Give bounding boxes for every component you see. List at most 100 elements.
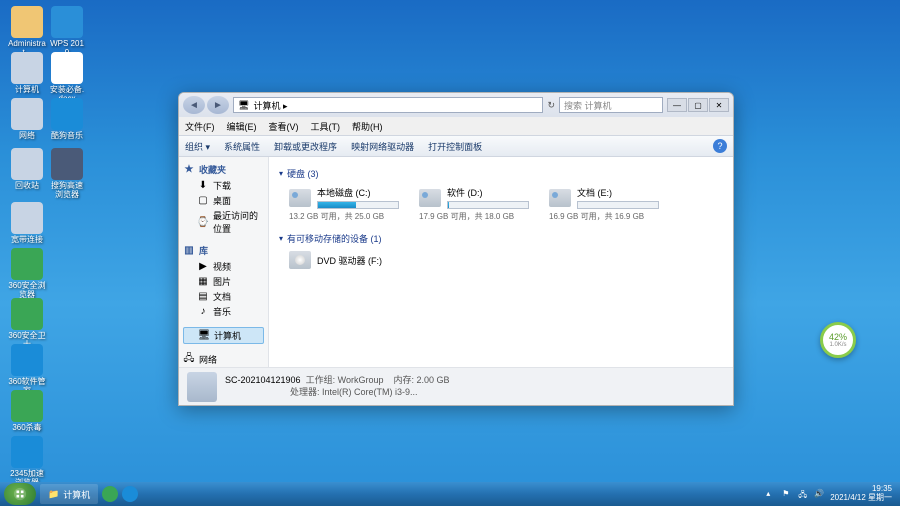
hdd-icon bbox=[289, 189, 311, 207]
desktop-icon[interactable]: 2345加速浏览器 bbox=[8, 436, 46, 488]
app-icon bbox=[11, 344, 43, 376]
nav-pane: ★收藏夹 ⬇下载▢桌面⌚最近访问的位置 ▥库 ▶视频▦图片▤文档♪音乐 🖥计算机… bbox=[179, 157, 269, 367]
taskbar-item-explorer[interactable]: 📁 计算机 bbox=[40, 484, 98, 504]
sidebar-item[interactable]: ⬇下载 bbox=[183, 178, 264, 193]
sidebar-favorites-header[interactable]: ★收藏夹 bbox=[183, 163, 264, 176]
command-bar: 组织 ▾ 系统属性 卸载或更改程序 映射网络驱动器 打开控制面板? bbox=[179, 135, 733, 157]
hdd-icon bbox=[419, 189, 441, 207]
library-icon: ▥ bbox=[183, 245, 195, 257]
computer-icon: 🖥 bbox=[238, 100, 249, 111]
menu-item[interactable]: 查看(V) bbox=[269, 120, 299, 133]
desktop-icon[interactable]: 回收站 bbox=[8, 148, 46, 191]
maximize-button[interactable]: ▢ bbox=[688, 98, 708, 112]
desktop-icon[interactable]: Administrat... bbox=[8, 6, 46, 58]
sidebar-computer[interactable]: 🖥计算机 bbox=[183, 327, 264, 344]
drive-item[interactable]: 文档 (E:)16.9 GB 可用，共 16.9 GB bbox=[549, 186, 659, 222]
window-titlebar[interactable]: ◄ ► 🖥 计算机 ▸ ↻ 搜索 计算机 — ▢ ✕ bbox=[179, 93, 733, 117]
desktop-icon[interactable]: 网络 bbox=[8, 98, 46, 141]
desktop-icon[interactable]: 宽带连接 bbox=[8, 202, 46, 245]
help-button[interactable]: ? bbox=[713, 139, 727, 153]
desktop-icon[interactable]: 360安全卫士 bbox=[8, 298, 46, 350]
details-pane: SC-202104121906 工作组: WorkGroup 内存: 2.00 … bbox=[179, 367, 733, 405]
refresh-icon[interactable]: ↻ bbox=[547, 100, 555, 111]
desktop-icon[interactable]: 360杀毒 bbox=[8, 390, 46, 433]
toolbar-button[interactable]: 组织 ▾ bbox=[185, 140, 210, 153]
tray-network-icon[interactable]: 🖧 bbox=[798, 489, 808, 499]
nav-back-button[interactable]: ◄ bbox=[183, 96, 205, 114]
app-icon bbox=[51, 148, 83, 180]
desktop-icon[interactable]: 360安全浏览器 bbox=[8, 248, 46, 300]
minimize-button[interactable]: — bbox=[667, 98, 687, 112]
dvd-drive[interactable]: DVD 驱动器 (F:) bbox=[279, 251, 723, 269]
desktop-icon[interactable]: 酷狗音乐 bbox=[48, 98, 86, 141]
app-icon bbox=[11, 298, 43, 330]
drive-item[interactable]: 软件 (D:)17.9 GB 可用，共 18.0 GB bbox=[419, 186, 529, 222]
desktop-icon[interactable]: WPS 2019 bbox=[48, 6, 86, 58]
nav-icon: ▤ bbox=[197, 291, 209, 303]
start-button[interactable] bbox=[4, 483, 36, 505]
menu-item[interactable]: 帮助(H) bbox=[352, 120, 383, 133]
toolbar-button[interactable]: 映射网络驱动器 bbox=[351, 140, 414, 153]
content-pane: 硬盘 (3) 本地磁盘 (C:)13.2 GB 可用，共 25.0 GB 软件 (… bbox=[269, 157, 733, 367]
sidebar-libraries-header[interactable]: ▥库 bbox=[183, 244, 264, 257]
app-icon bbox=[11, 98, 43, 130]
taskbar-pinned-360[interactable] bbox=[102, 486, 118, 502]
folder-icon: 📁 bbox=[48, 489, 59, 500]
app-icon bbox=[51, 98, 83, 130]
app-icon bbox=[11, 436, 43, 468]
app-icon bbox=[11, 148, 43, 180]
sidebar-item[interactable]: ▤文档 bbox=[183, 289, 264, 304]
sidebar-item[interactable]: ▶视频 bbox=[183, 259, 264, 274]
computer-name: SC-202104121906 bbox=[225, 375, 301, 385]
desktop-icon[interactable]: 搜狗高速浏览器 bbox=[48, 148, 86, 200]
drive-item[interactable]: 本地磁盘 (C:)13.2 GB 可用，共 25.0 GB bbox=[289, 186, 399, 222]
tray-flag-icon[interactable]: ⚑ bbox=[782, 489, 792, 499]
computer-large-icon bbox=[187, 372, 217, 402]
menu-bar: 文件(F) 编辑(E) 查看(V) 工具(T) 帮助(H) bbox=[179, 117, 733, 135]
taskbar-clock[interactable]: 19:35 2021/4/12 星期一 bbox=[830, 485, 896, 503]
menu-item[interactable]: 编辑(E) bbox=[227, 120, 257, 133]
taskbar: 📁 计算机 ▴ ⚑ 🖧 🔊 19:35 2021/4/12 星期一 bbox=[0, 482, 900, 506]
nav-icon: ⬇ bbox=[197, 180, 209, 192]
sidebar-network[interactable]: 🖧网络 bbox=[183, 352, 264, 367]
sidebar-item[interactable]: ▦图片 bbox=[183, 274, 264, 289]
menu-item[interactable]: 文件(F) bbox=[185, 120, 215, 133]
desktop-icon[interactable]: 计算机 bbox=[8, 52, 46, 95]
nav-icon: ⌚ bbox=[197, 216, 209, 228]
nav-icon: ▶ bbox=[197, 261, 209, 273]
app-icon bbox=[51, 6, 83, 38]
app-icon bbox=[51, 52, 83, 84]
tray-up-icon[interactable]: ▴ bbox=[766, 489, 776, 499]
toolbar-button[interactable]: 卸载或更改程序 bbox=[274, 140, 337, 153]
star-icon: ★ bbox=[183, 164, 195, 176]
explorer-window: ◄ ► 🖥 计算机 ▸ ↻ 搜索 计算机 — ▢ ✕ 文件(F) 编辑(E) 查看(… bbox=[178, 92, 734, 406]
network-speed-gadget[interactable]: 42% 1.0K/s bbox=[820, 322, 856, 358]
hdd-icon bbox=[549, 189, 571, 207]
taskbar-pinned-kugou[interactable] bbox=[122, 486, 138, 502]
toolbar-button[interactable]: 打开控制面板 bbox=[428, 140, 482, 153]
nav-icon: ♪ bbox=[197, 306, 209, 318]
breadcrumb[interactable]: 计算机 ▸ bbox=[253, 99, 287, 112]
menu-item[interactable]: 工具(T) bbox=[311, 120, 341, 133]
tray-volume-icon[interactable]: 🔊 bbox=[814, 489, 824, 499]
system-tray: ▴ ⚑ 🖧 🔊 19:35 2021/4/12 星期一 bbox=[766, 485, 896, 503]
group-header-hdd[interactable]: 硬盘 (3) bbox=[279, 167, 723, 180]
computer-icon: 🖥 bbox=[198, 330, 210, 342]
app-icon bbox=[11, 202, 43, 234]
app-icon bbox=[11, 248, 43, 280]
address-bar[interactable]: 🖥 计算机 ▸ bbox=[233, 97, 543, 113]
nav-forward-button[interactable]: ► bbox=[207, 96, 229, 114]
search-input[interactable]: 搜索 计算机 bbox=[559, 97, 663, 113]
desktop-icon[interactable]: 360软件管家 bbox=[8, 344, 46, 396]
sidebar-item[interactable]: ♪音乐 bbox=[183, 304, 264, 319]
close-button[interactable]: ✕ bbox=[709, 98, 729, 112]
network-icon: 🖧 bbox=[183, 354, 195, 366]
app-icon bbox=[11, 6, 43, 38]
group-header-removable[interactable]: 有可移动存储的设备 (1) bbox=[279, 232, 723, 245]
nav-icon: ▢ bbox=[197, 195, 209, 207]
nav-icon: ▦ bbox=[197, 276, 209, 288]
desktop-icon[interactable]: 安装必备.docx bbox=[48, 52, 86, 104]
toolbar-button[interactable]: 系统属性 bbox=[224, 140, 260, 153]
sidebar-item[interactable]: ⌚最近访问的位置 bbox=[183, 208, 264, 236]
sidebar-item[interactable]: ▢桌面 bbox=[183, 193, 264, 208]
